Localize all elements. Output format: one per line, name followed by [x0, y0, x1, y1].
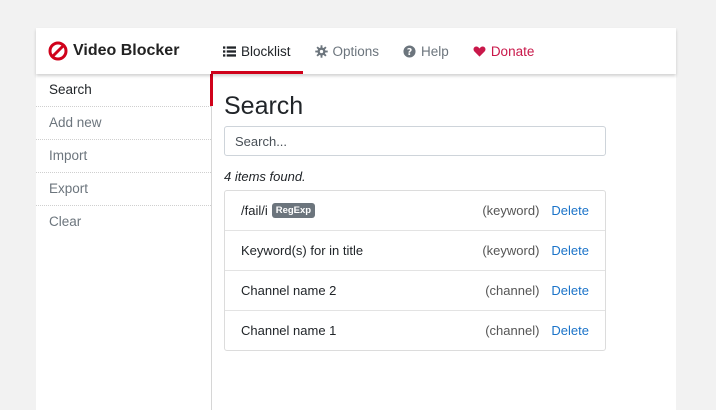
sidebar-item-clear[interactable]: Clear	[36, 206, 211, 238]
nav-help-label: Help	[421, 43, 449, 59]
list-item: Keyword(s) for in title (keyword) Delete	[225, 231, 605, 271]
blocklist: /fail/i RegExp (keyword) Delete Keyword(…	[224, 190, 606, 351]
svg-text:?: ?	[407, 46, 412, 57]
main-content: Search 4 items found. /fail/i RegExp (ke…	[224, 74, 674, 351]
nav-options[interactable]: Options	[303, 28, 392, 74]
search-input[interactable]	[224, 126, 606, 156]
nav-options-label: Options	[332, 43, 380, 59]
list-item: Channel name 1 (channel) Delete	[225, 311, 605, 350]
app-window: Video Blocker Blocklist Options ? Help D…	[36, 28, 676, 410]
sidebar-item-import[interactable]: Import	[36, 140, 211, 173]
item-text: Keyword(s) for in title	[241, 243, 364, 258]
sidebar-item-search[interactable]: Search	[36, 74, 213, 107]
item-type: (keyword)	[482, 243, 540, 258]
item-type: (channel)	[485, 283, 540, 298]
main-nav: Blocklist Options ? Help Donate	[211, 28, 546, 74]
brand-name: Video Blocker	[73, 42, 180, 59]
item-text: Channel name 2	[241, 283, 337, 298]
delete-link[interactable]: Delete	[551, 323, 589, 338]
nav-blocklist[interactable]: Blocklist	[211, 28, 303, 74]
heart-icon	[473, 45, 486, 57]
page-title: Search	[224, 92, 304, 120]
nav-donate[interactable]: Donate	[461, 28, 547, 74]
sidebar: Search Add new Import Export Clear	[36, 74, 213, 410]
item-type: (channel)	[485, 323, 540, 338]
delete-link[interactable]: Delete	[551, 203, 589, 218]
question-circle-icon: ?	[403, 44, 416, 57]
delete-link[interactable]: Delete	[551, 283, 589, 298]
nav-donate-label: Donate	[490, 43, 535, 59]
item-text: /fail/i	[241, 203, 268, 218]
sidebar-item-add-new[interactable]: Add new	[36, 107, 211, 140]
list-item: Channel name 2 (channel) Delete	[225, 271, 605, 311]
regexp-badge: RegExp	[271, 203, 316, 218]
list-icon	[223, 45, 236, 57]
brand[interactable]: Video Blocker	[48, 39, 179, 63]
blocked-circle-icon	[48, 41, 68, 61]
top-navbar: Video Blocker Blocklist Options ? Help D…	[36, 28, 676, 74]
list-item: /fail/i RegExp (keyword) Delete	[225, 191, 605, 231]
delete-link[interactable]: Delete	[551, 243, 589, 258]
gear-icon	[314, 44, 328, 58]
results-count: 4 items found.	[224, 169, 306, 184]
sidebar-item-export[interactable]: Export	[36, 173, 211, 206]
item-text: Channel name 1	[241, 323, 337, 338]
nav-help[interactable]: ? Help	[391, 28, 461, 74]
nav-blocklist-label: Blocklist	[241, 43, 291, 59]
item-type: (keyword)	[482, 203, 540, 218]
